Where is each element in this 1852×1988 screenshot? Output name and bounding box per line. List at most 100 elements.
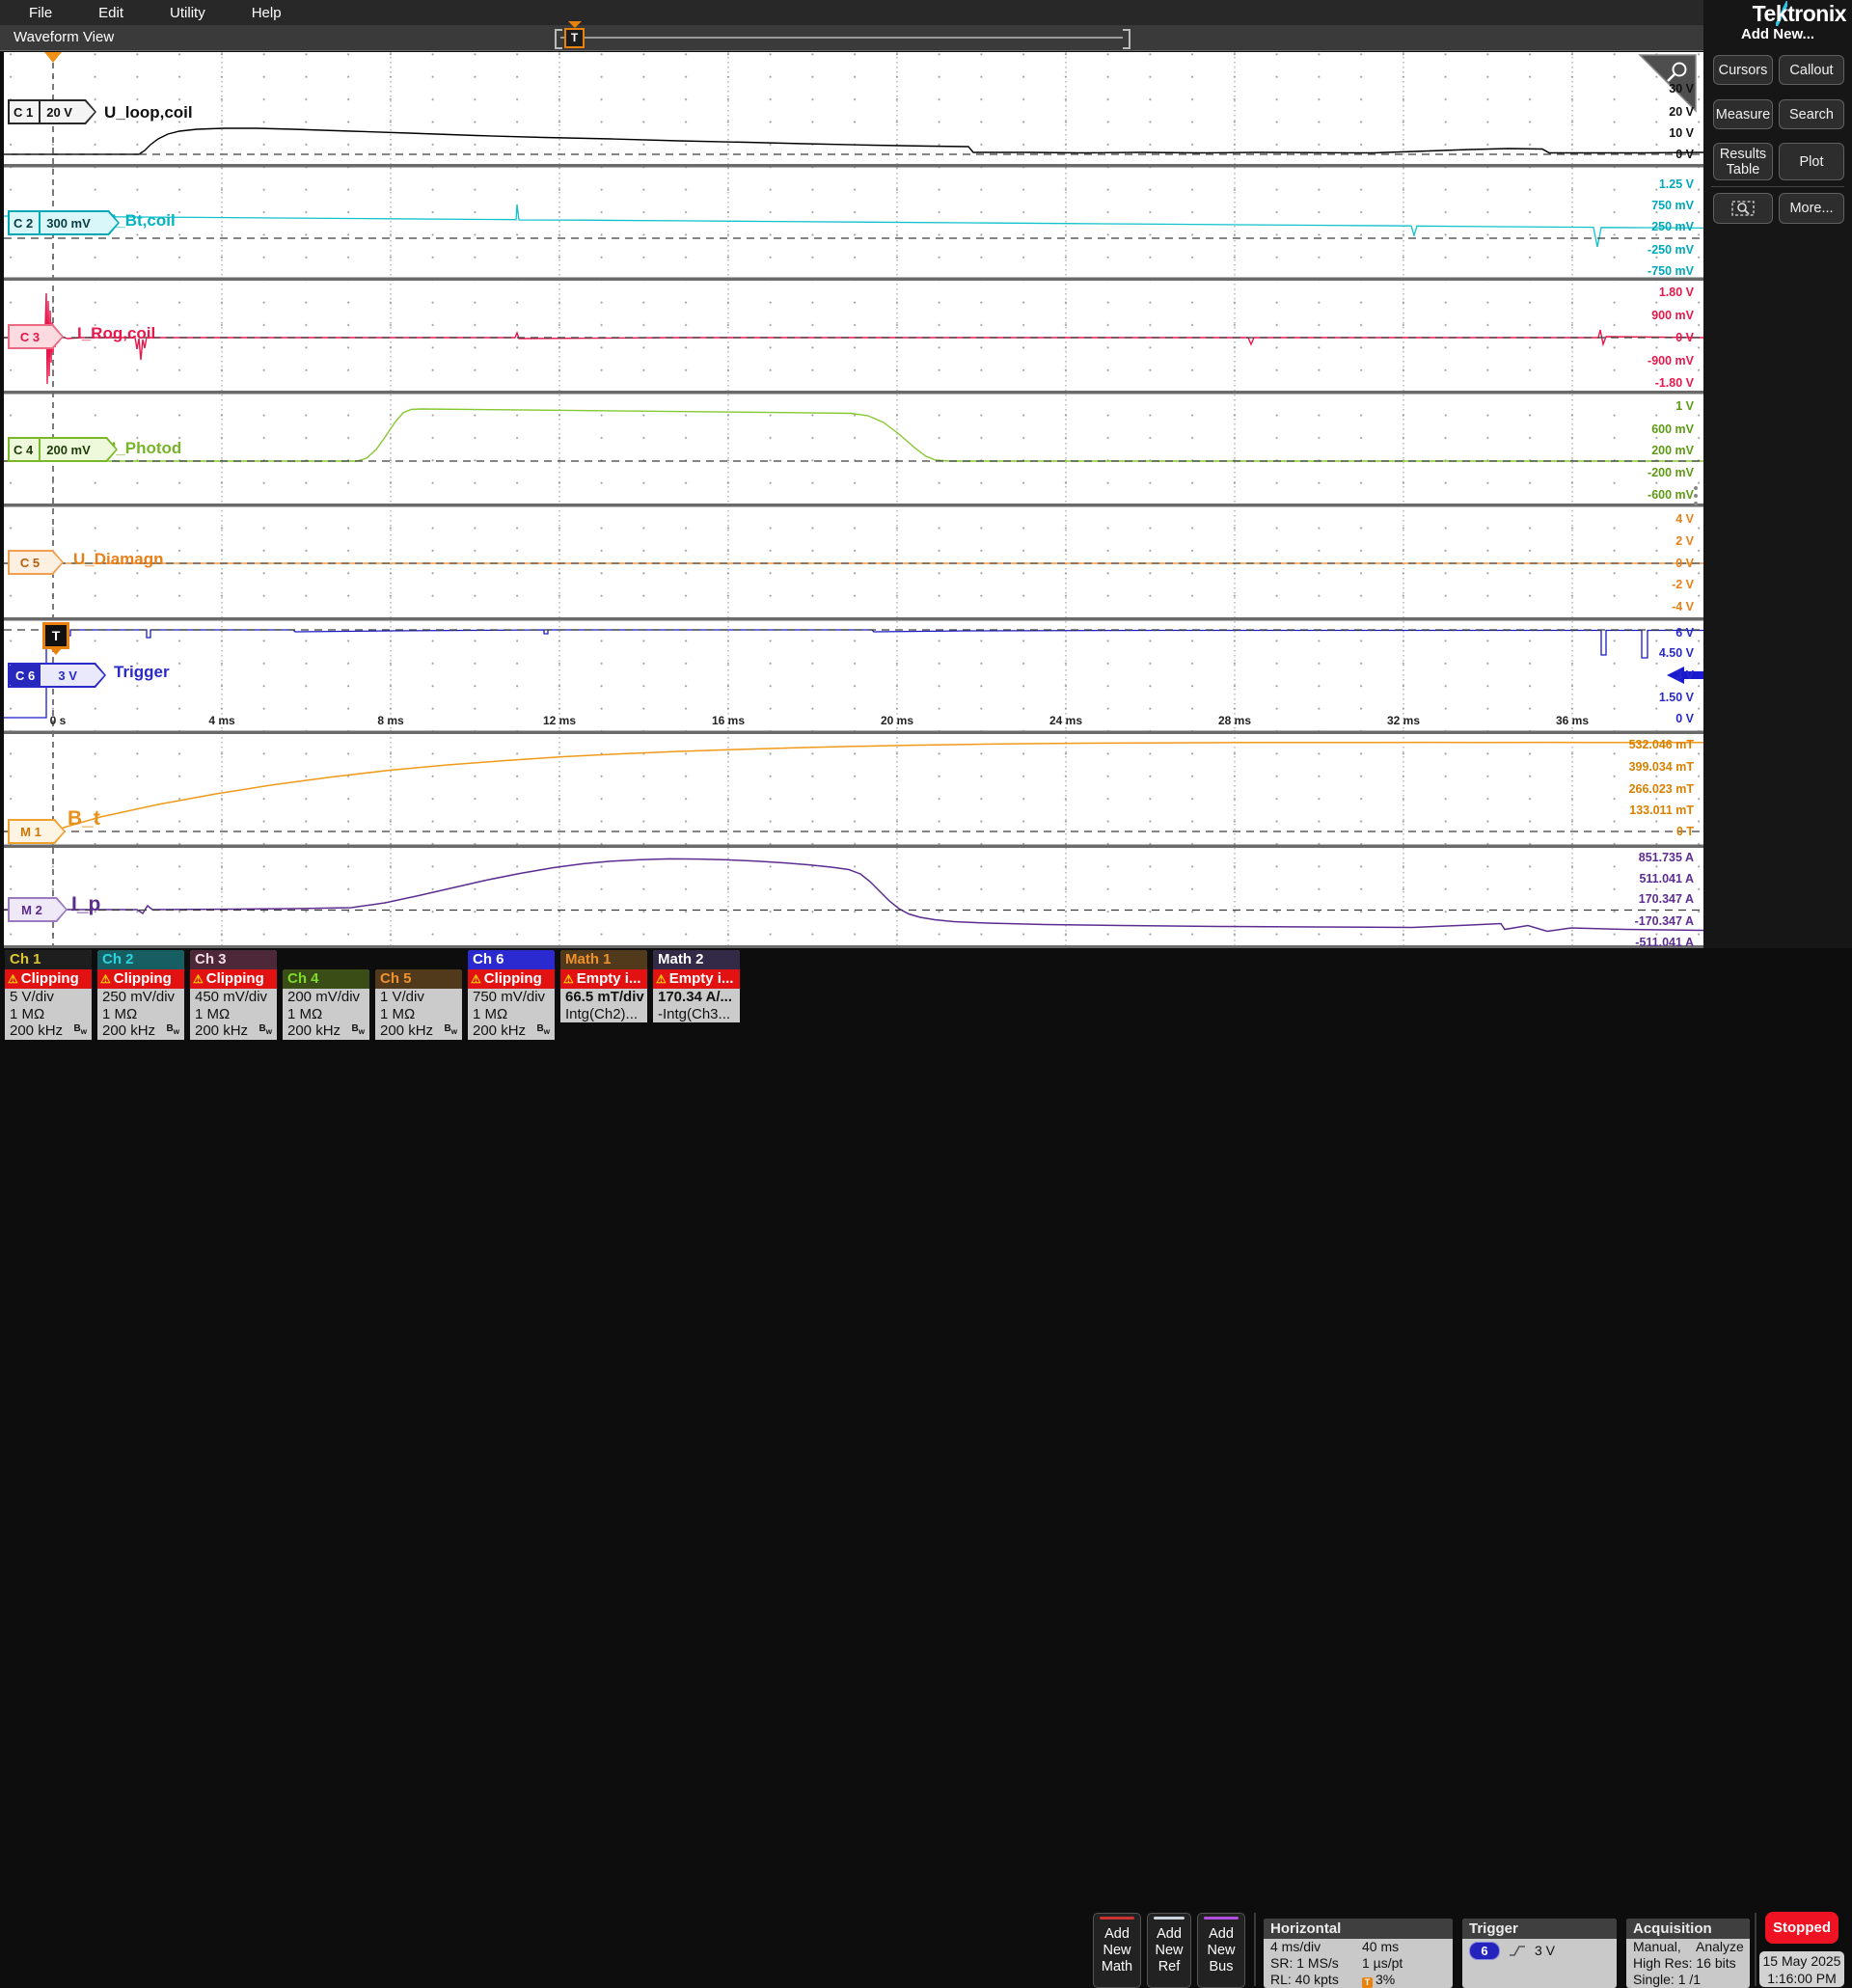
ch5-bottom-title: Ch 5 bbox=[375, 969, 462, 989]
horizontal-record-length: RL: 40 kpts bbox=[1270, 1972, 1339, 1987]
ch4-badge-scale: 200 mV bbox=[41, 437, 96, 462]
ch2-bottom-badge[interactable]: Ch 2 ⚠Clipping 250 mV/div 1 MΩ 200 kHzBw bbox=[97, 950, 184, 1040]
ch1-badge[interactable]: C 120 V bbox=[8, 99, 96, 124]
trigger-position-marker[interactable] bbox=[44, 52, 62, 63]
math1-badge[interactable]: M 1 bbox=[8, 819, 66, 844]
ch3-scale-row: 450 mV/div bbox=[190, 989, 277, 1006]
cursors-button[interactable]: Cursors bbox=[1713, 55, 1773, 85]
bandwidth-limit-icon: Bw bbox=[74, 1021, 87, 1040]
math2-tick: 851.735 A bbox=[1568, 851, 1694, 864]
time-tick: 8 ms bbox=[377, 714, 403, 727]
ch3-bottom-title: Ch 3 bbox=[190, 950, 277, 969]
ch2-tick: 750 mV bbox=[1568, 199, 1694, 212]
trace-ch2[interactable] bbox=[4, 204, 1703, 247]
bandwidth-limit-icon: Bw bbox=[537, 1021, 550, 1040]
add-new-ref-button[interactable]: Add New Ref bbox=[1147, 1913, 1191, 1988]
trace-math2[interactable] bbox=[4, 858, 1703, 931]
math2-badge-id: M 2 bbox=[8, 897, 56, 922]
ch3-label[interactable]: I_Rog,coil bbox=[77, 324, 155, 343]
math1-tick: 399.034 mT bbox=[1568, 760, 1694, 774]
menu-utility[interactable]: Utility bbox=[170, 5, 205, 21]
horizontal-panel[interactable]: Horizontal 4 ms/div40 ms SR: 1 MS/s1 µs/… bbox=[1264, 1919, 1453, 1988]
ch5-tick: 0 V bbox=[1568, 557, 1694, 570]
math1-empty-alert: ⚠Empty i... bbox=[560, 969, 647, 989]
trigger-source-badge[interactable]: T bbox=[42, 622, 69, 649]
ch2-badge[interactable]: C 2300 mV bbox=[8, 210, 120, 235]
ch4-tick: -600 mV bbox=[1568, 488, 1694, 502]
ch5-bottom-badge[interactable]: Ch 5 1 V/div 1 MΩ 200 kHzBw bbox=[375, 969, 462, 1040]
ch2-bandwidth-row: 200 kHzBw bbox=[97, 1022, 184, 1040]
math2-bottom-title: Math 2 bbox=[653, 950, 740, 969]
ch3-bottom-badge[interactable]: Ch 3 ⚠Clipping 450 mV/div 1 MΩ 200 kHzBw bbox=[190, 950, 277, 1040]
ch5-badge[interactable]: C 5 bbox=[8, 550, 64, 575]
trace-ch4[interactable] bbox=[4, 409, 1703, 461]
menu-help[interactable]: Help bbox=[252, 5, 282, 21]
ch2-tick: 250 mV bbox=[1568, 220, 1694, 233]
ch3-bandwidth-row: 200 kHzBw bbox=[190, 1022, 277, 1040]
math2-badge[interactable]: M 2 bbox=[8, 897, 68, 922]
waveform-canvas bbox=[4, 52, 1703, 948]
ch6-label[interactable]: Trigger bbox=[114, 663, 170, 682]
ch1-bottom-badge[interactable]: Ch 1 ⚠Clipping 5 V/div 1 MΩ 200 kHzBw bbox=[5, 950, 92, 1040]
add-new-bus-button[interactable]: Add New Bus bbox=[1197, 1913, 1245, 1988]
waveform-view-titlebar[interactable]: Waveform View T bbox=[0, 25, 1703, 51]
time-tick: 32 ms bbox=[1387, 714, 1420, 727]
math2-bottom-badge[interactable]: Math 2 ⚠Empty i... 170.34 A/... -Intg(Ch… bbox=[653, 950, 740, 1022]
more-button[interactable]: More... bbox=[1779, 193, 1844, 224]
time-tick: 36 ms bbox=[1556, 714, 1589, 727]
measure-button[interactable]: Measure bbox=[1713, 99, 1773, 129]
panel-drag-handle[interactable] bbox=[1694, 486, 1698, 505]
zero-reference-lines bbox=[4, 154, 1703, 911]
date-label: 15 May 2025 bbox=[1759, 1952, 1844, 1970]
ch6-badge[interactable]: C 63 V bbox=[8, 663, 106, 688]
trace-ch3[interactable] bbox=[4, 293, 1703, 384]
trigger-position-icon: T bbox=[1362, 1977, 1373, 1988]
ch5-label[interactable]: U_Diamagn bbox=[73, 550, 164, 569]
trace-ch1[interactable] bbox=[4, 128, 1703, 154]
math2-label[interactable]: I_p bbox=[71, 893, 100, 916]
trigger-level-value: 3 V bbox=[1535, 1939, 1555, 1962]
bandwidth-limit-icon: Bw bbox=[352, 1021, 365, 1040]
plot-button[interactable]: Plot bbox=[1779, 143, 1844, 180]
ch6-bottom-badge[interactable]: Ch 6 ⚠Clipping 750 mV/div 1 MΩ 200 kHzBw bbox=[468, 950, 555, 1040]
ch5-badge-id: C 5 bbox=[8, 550, 52, 575]
zoom-select-button[interactable] bbox=[1713, 193, 1773, 224]
ch3-tick: 900 mV bbox=[1568, 309, 1694, 322]
add-new-math-button[interactable]: Add New Math bbox=[1093, 1913, 1141, 1988]
menu-file[interactable]: File bbox=[29, 5, 52, 21]
datetime-badge[interactable]: 15 May 2025 1:16:00 PM bbox=[1759, 1951, 1844, 1987]
bandwidth-limit-icon: Bw bbox=[445, 1021, 457, 1040]
math1-tick: 266.023 mT bbox=[1568, 782, 1694, 796]
math2-tick: -511.041 A bbox=[1568, 936, 1694, 949]
results-table-button[interactable]: Results Table bbox=[1713, 143, 1773, 180]
ch3-badge[interactable]: C 3 bbox=[8, 324, 64, 349]
ch1-bottom-title: Ch 1 bbox=[5, 950, 92, 969]
ch1-label[interactable]: U_loop,coil bbox=[104, 103, 193, 123]
acquisition-panel-title: Acquisition bbox=[1626, 1919, 1750, 1939]
math1-label[interactable]: B_t bbox=[68, 807, 100, 831]
ch5-scale-row: 1 V/div bbox=[375, 989, 462, 1006]
horizontal-position: T3% bbox=[1362, 1972, 1395, 1988]
callout-button[interactable]: Callout bbox=[1779, 55, 1844, 85]
time-tick: 24 ms bbox=[1049, 714, 1082, 727]
trace-ch6[interactable] bbox=[4, 630, 1703, 718]
waveform-grid[interactable]: 30 V 20 V 10 V 0 V 1.25 V 750 mV 250 mV … bbox=[4, 52, 1703, 948]
horizontal-resolution: 1 µs/pt bbox=[1362, 1955, 1403, 1972]
ch6-tick: 1.50 V bbox=[1568, 691, 1694, 704]
menu-edit[interactable]: Edit bbox=[98, 5, 123, 21]
ch4-badge[interactable]: C 4200 mV bbox=[8, 437, 118, 462]
ch4-bottom-badge[interactable]: Ch 4 200 mV/div 1 MΩ 200 kHzBw bbox=[283, 969, 369, 1040]
ch2-clipping-alert: ⚠Clipping bbox=[97, 969, 184, 989]
acquisition-panel[interactable]: Acquisition Manual,Analyze High Res: 16 … bbox=[1626, 1919, 1750, 1988]
tektronix-logo: Tektronix bbox=[1753, 1, 1846, 27]
trigger-panel[interactable]: Trigger 6 3 V bbox=[1462, 1919, 1617, 1988]
stopped-status-button[interactable]: Stopped bbox=[1765, 1912, 1838, 1944]
math2-scale-row: 170.34 A/... bbox=[653, 989, 740, 1006]
trace-math1[interactable] bbox=[4, 743, 1703, 831]
math1-bottom-badge[interactable]: Math 1 ⚠Empty i... 66.5 mT/div Intg(Ch2)… bbox=[560, 950, 647, 1022]
ch6-bandwidth-row: 200 kHzBw bbox=[468, 1022, 555, 1040]
sidebar-divider bbox=[1711, 186, 1844, 187]
search-button[interactable]: Search bbox=[1779, 99, 1844, 129]
trigger-position-indicator[interactable]: T bbox=[564, 28, 585, 48]
warning-icon: ⚠ bbox=[100, 969, 111, 989]
